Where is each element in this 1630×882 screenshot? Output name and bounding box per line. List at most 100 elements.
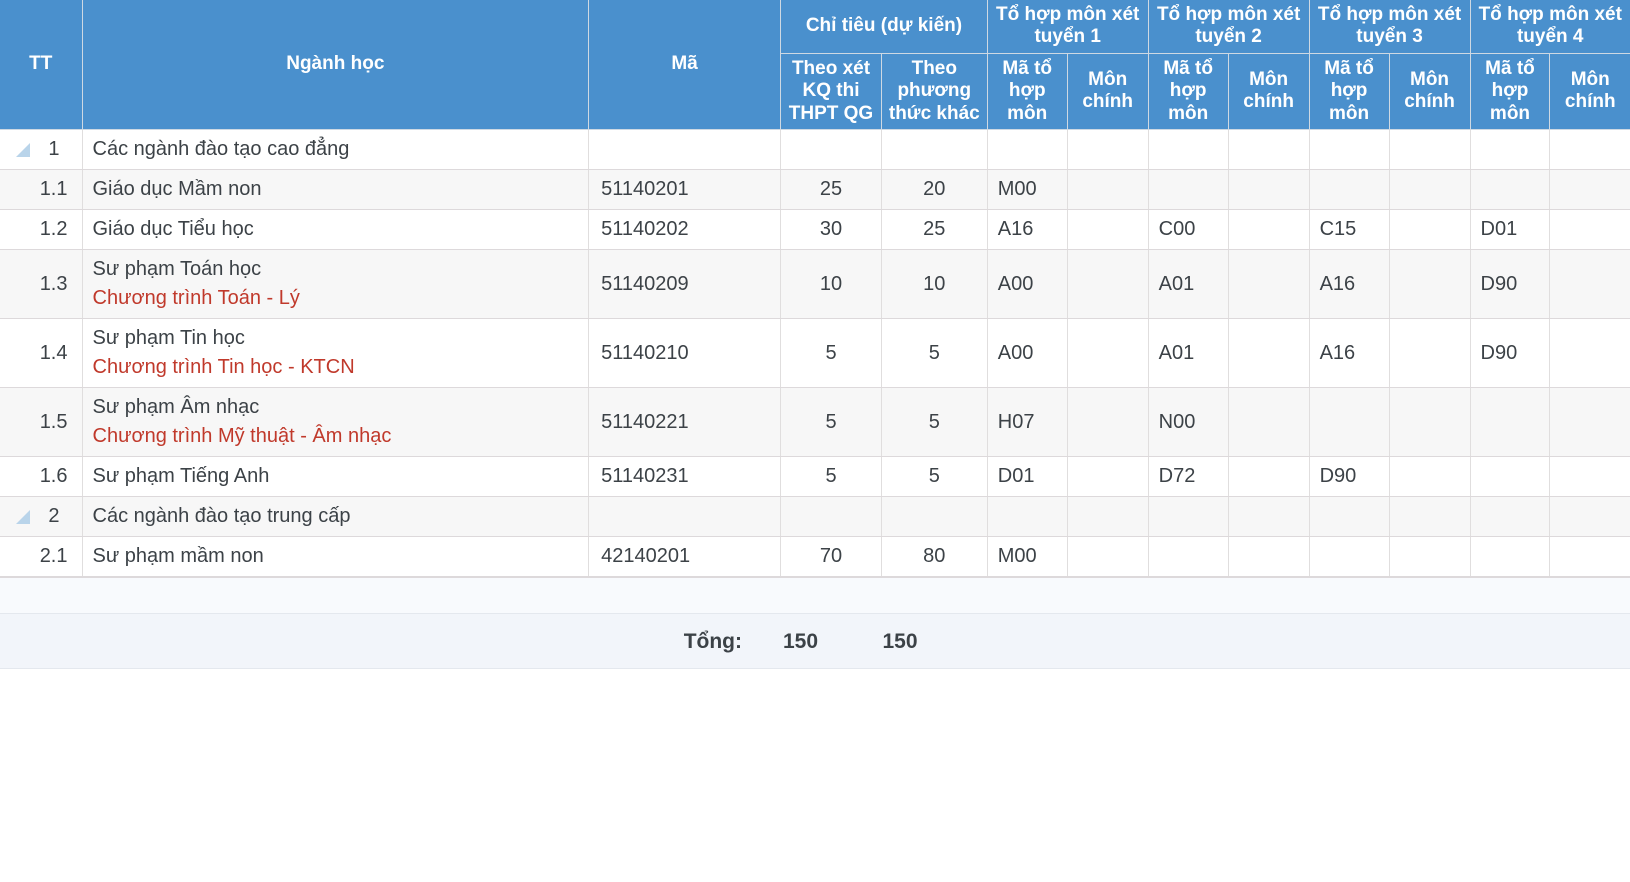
collapse-triangle-icon[interactable] xyxy=(16,509,30,524)
cell-combo-2-code: A01 xyxy=(1148,249,1229,320)
cell-theo-phuong-thuc-khac xyxy=(881,496,988,538)
col-header-chi-tieu-group[interactable]: Chỉ tiêu (dự kiến) xyxy=(780,0,988,54)
col-header-combo-2-main[interactable]: Môn chính xyxy=(1228,53,1310,131)
col-header-combo-3-code[interactable]: Mã tổ hợp môn xyxy=(1309,53,1390,131)
cell-combo-3-main xyxy=(1389,129,1471,171)
cell-combo-1-code: M00 xyxy=(987,169,1068,211)
program-note: Chương trình Mỹ thuật - Âm nhạc xyxy=(92,425,392,448)
cell-tt: 1.4 xyxy=(0,318,83,389)
table-row[interactable]: 1.4 Sư phạm Tin học Chương trình Tin học -… xyxy=(0,318,1630,389)
cell-combo-1-code: A00 xyxy=(987,249,1068,320)
cell-combo-3-code xyxy=(1309,496,1390,538)
cell-theo-phuong-thuc-khac: 5 xyxy=(881,318,988,389)
table-row[interactable]: 2.1 Sư phạm mầm non 42140201 70 80 M00 xyxy=(0,536,1630,578)
col-header-combo-2-group[interactable]: Tổ hợp môn xét tuyển 2 xyxy=(1148,0,1310,54)
cell-combo-3-code: D90 xyxy=(1309,456,1390,498)
cell-ma xyxy=(588,129,782,171)
cell-combo-4-code xyxy=(1470,129,1551,171)
admissions-table: TT Ngành học Mã Chỉ tiêu (dự kiến) Tổ hợ… xyxy=(0,0,1630,578)
cell-combo-1-main xyxy=(1067,129,1149,171)
col-header-combo-4-main[interactable]: Môn chính xyxy=(1549,53,1630,131)
col-header-theo-xet-kq[interactable]: Theo xét KQ thi THPT QG xyxy=(780,53,882,131)
col-header-theo-phuong-thuc-khac[interactable]: Theo phương thức khác xyxy=(881,53,988,131)
cell-combo-4-code xyxy=(1470,169,1551,211)
cell-combo-4-code: D90 xyxy=(1470,249,1551,320)
cell-theo-xet-kq xyxy=(780,129,882,171)
table-row[interactable]: 1.5 Sư phạm Âm nhạc Chương trình Mỹ thuật … xyxy=(0,387,1630,458)
cell-combo-3-code xyxy=(1309,536,1390,578)
col-header-combo-3-group[interactable]: Tổ hợp môn xét tuyển 3 xyxy=(1309,0,1471,54)
cell-combo-4-main xyxy=(1549,318,1630,389)
cell-ma: 51140202 xyxy=(588,209,782,251)
table-row[interactable]: 1.2 Giáo dục Tiểu học 51140202 30 25 A16 C00 C1… xyxy=(0,209,1630,251)
cell-combo-1-main xyxy=(1067,536,1149,578)
col-header-nganh-hoc[interactable]: Ngành học xyxy=(82,0,590,131)
cell-tt: 1.1 xyxy=(0,169,83,211)
cell-ma: 51140209 xyxy=(588,249,782,320)
cell-ma: 51140210 xyxy=(588,318,782,389)
cell-combo-4-code xyxy=(1470,496,1551,538)
col-header-ma[interactable]: Mã xyxy=(588,0,782,131)
cell-combo-2-main xyxy=(1228,169,1310,211)
cell-theo-xet-kq: 70 xyxy=(780,536,882,578)
cell-combo-3-main xyxy=(1389,496,1471,538)
cell-combo-3-main xyxy=(1389,249,1471,320)
total-footer-bar: Tổng: 150 150 xyxy=(0,613,1630,670)
cell-combo-4-code xyxy=(1470,387,1551,458)
cell-combo-2-code xyxy=(1148,169,1229,211)
cell-combo-4-main xyxy=(1549,387,1630,458)
cell-combo-1-main xyxy=(1067,387,1149,458)
cell-theo-xet-kq: 25 xyxy=(780,169,882,211)
cell-combo-2-code: A01 xyxy=(1148,318,1229,389)
admissions-quota-grid: TT Ngành học Mã Chỉ tiêu (dự kiến) Tổ hợ… xyxy=(0,0,1630,882)
cell-combo-3-code: C15 xyxy=(1309,209,1390,251)
cell-combo-2-main xyxy=(1228,249,1310,320)
cell-ma: 51140201 xyxy=(588,169,782,211)
col-header-combo-1-group[interactable]: Tổ hợp môn xét tuyển 1 xyxy=(987,0,1149,54)
collapse-triangle-icon[interactable] xyxy=(16,142,30,157)
table-group-row[interactable]: 2 Các ngành đào tạo trung cấp xyxy=(0,496,1630,538)
cell-combo-4-main xyxy=(1549,209,1630,251)
table-row[interactable]: 1.3 Sư phạm Toán học Chương trình Toán - L… xyxy=(0,249,1630,320)
col-header-combo-1-code[interactable]: Mã tổ hợp môn xyxy=(987,53,1068,131)
cell-combo-4-code xyxy=(1470,536,1551,578)
group-index-label: 2 xyxy=(48,505,60,528)
cell-theo-phuong-thuc-khac: 5 xyxy=(881,387,988,458)
col-header-combo-1-main[interactable]: Môn chính xyxy=(1067,53,1149,131)
cell-nganh-hoc: Sư phạm Toán học Chương trình Toán - Lý xyxy=(82,249,590,320)
col-header-combo-2-code[interactable]: Mã tổ hợp môn xyxy=(1148,53,1229,131)
cell-theo-phuong-thuc-khac: 20 xyxy=(881,169,988,211)
program-name: Giáo dục Tiểu học xyxy=(92,218,254,241)
col-header-combo-4-code[interactable]: Mã tổ hợp môn xyxy=(1470,53,1551,131)
cell-combo-1-main xyxy=(1067,249,1149,320)
cell-combo-1-code xyxy=(987,129,1068,171)
cell-combo-3-code: A16 xyxy=(1309,249,1390,320)
col-header-combo-4-group[interactable]: Tổ hợp môn xét tuyển 4 xyxy=(1470,0,1630,54)
col-header-combo-3-main[interactable]: Môn chính xyxy=(1389,53,1471,131)
table-header: TT Ngành học Mã Chỉ tiêu (dự kiến) Tổ hợ… xyxy=(0,0,1630,131)
cell-nganh-hoc: Các ngành đào tạo cao đẳng xyxy=(82,129,590,171)
cell-theo-xet-kq xyxy=(780,496,882,538)
cell-combo-3-main xyxy=(1389,318,1471,389)
program-name: Sư phạm mầm non xyxy=(92,545,264,568)
cell-combo-2-main xyxy=(1228,209,1310,251)
cell-combo-1-code: H07 xyxy=(987,387,1068,458)
cell-tt: 1.6 xyxy=(0,456,83,498)
cell-combo-4-main xyxy=(1549,536,1630,578)
cell-theo-phuong-thuc-khac: 80 xyxy=(881,536,988,578)
cell-tt: 2.1 xyxy=(0,536,83,578)
cell-theo-phuong-thuc-khac xyxy=(881,129,988,171)
group-index-label: 1 xyxy=(48,138,60,161)
cell-combo-4-main xyxy=(1549,496,1630,538)
table-row[interactable]: 1.1 Giáo dục Mầm non 51140201 25 20 M00 xyxy=(0,169,1630,211)
cell-combo-3-main xyxy=(1389,387,1471,458)
table-row[interactable]: 1.6 Sư phạm Tiếng Anh 51140231 5 5 D01 D72 D90 xyxy=(0,456,1630,498)
cell-combo-4-code xyxy=(1470,456,1551,498)
cell-ma: 51140231 xyxy=(588,456,782,498)
cell-combo-1-code: A16 xyxy=(987,209,1068,251)
cell-ma: 51140221 xyxy=(588,387,782,458)
table-group-row[interactable]: 1 Các ngành đào tạo cao đẳng xyxy=(0,129,1630,171)
cell-tt: 1.5 xyxy=(0,387,83,458)
col-header-tt[interactable]: TT xyxy=(0,0,83,131)
program-name: Sư phạm Toán học xyxy=(92,258,262,281)
